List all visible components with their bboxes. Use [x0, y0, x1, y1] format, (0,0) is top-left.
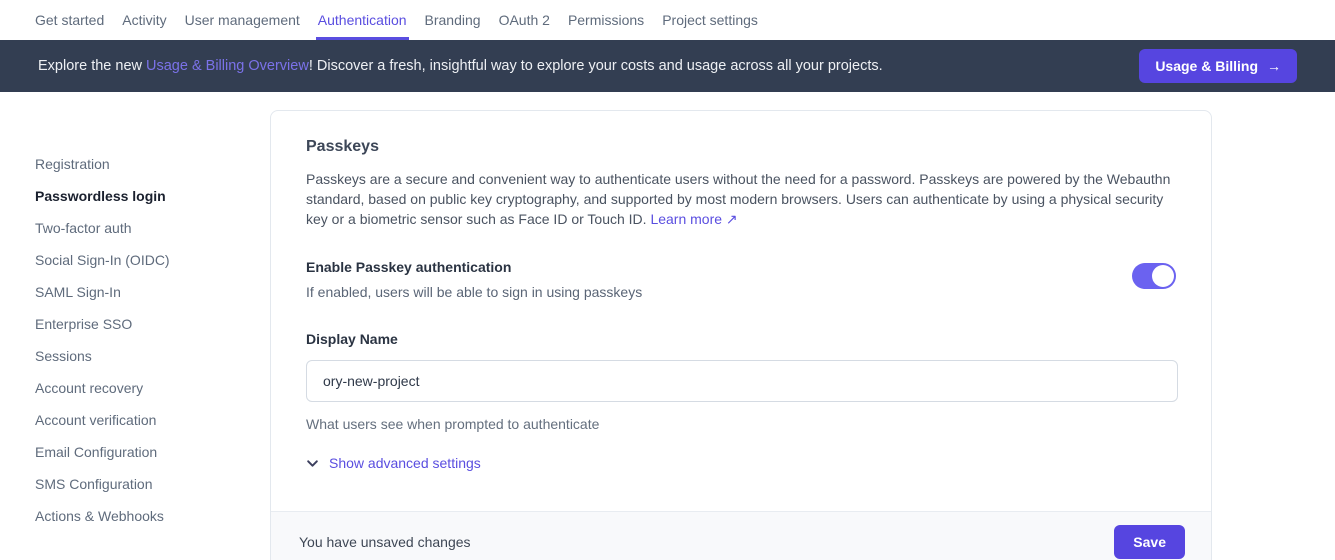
learn-more-link[interactable]: Learn more ↗	[650, 211, 737, 227]
usage-billing-banner: Explore the new Usage & Billing Overview…	[0, 40, 1335, 92]
sidebar-item-sessions[interactable]: Sessions	[35, 340, 270, 372]
sidebar-item-label: Sessions	[35, 348, 92, 364]
nav-tab-permissions[interactable]: Permissions	[568, 0, 644, 40]
sidebar-item-saml-sign-in[interactable]: SAML Sign-In	[35, 276, 270, 308]
chevron-down-icon	[306, 457, 319, 470]
nav-tab-label: Activity	[122, 12, 166, 28]
usage-billing-overview-link[interactable]: Usage & Billing Overview	[146, 58, 309, 74]
sidebar-item-label: Account verification	[35, 412, 156, 428]
sidebar-item-actions-webhooks[interactable]: Actions & Webhooks	[35, 500, 270, 532]
settings-sidebar: Registration Passwordless login Two-fact…	[0, 92, 270, 560]
nav-tab-branding[interactable]: Branding	[425, 0, 481, 40]
enable-passkey-label: Enable Passkey authentication	[306, 259, 642, 275]
sidebar-item-email-configuration[interactable]: Email Configuration	[35, 436, 270, 468]
enable-passkey-description: If enabled, users will be able to sign i…	[306, 284, 642, 300]
display-name-helper: What users see when prompted to authenti…	[306, 416, 1176, 432]
sidebar-item-label: Email Configuration	[35, 444, 157, 460]
sidebar-item-label: Passwordless login	[35, 188, 166, 204]
enable-passkey-row: Enable Passkey authentication If enabled…	[306, 259, 1176, 300]
sidebar-item-label: Social Sign-In (OIDC)	[35, 252, 170, 268]
display-name-label: Display Name	[306, 331, 1176, 347]
sidebar-item-label: SAML Sign-In	[35, 284, 121, 300]
passkeys-description: Passkeys are a secure and convenient way…	[306, 169, 1176, 229]
usage-billing-button[interactable]: Usage & Billing →	[1139, 49, 1297, 83]
page-content: Registration Passwordless login Two-fact…	[0, 92, 1335, 560]
sidebar-item-passwordless-login[interactable]: Passwordless login	[35, 180, 270, 212]
sidebar-item-account-verification[interactable]: Account verification	[35, 404, 270, 436]
sidebar-item-label: Actions & Webhooks	[35, 508, 164, 524]
banner-text-before: Explore the new	[38, 58, 146, 74]
nav-tab-label: Permissions	[568, 12, 644, 28]
nav-tab-activity[interactable]: Activity	[122, 0, 166, 40]
toggle-knob	[1152, 265, 1174, 287]
nav-tab-label: OAuth 2	[499, 12, 550, 28]
nav-tab-label: Project settings	[662, 12, 758, 28]
nav-tab-label: Branding	[425, 12, 481, 28]
sidebar-item-registration[interactable]: Registration	[35, 148, 270, 180]
save-button[interactable]: Save	[1114, 525, 1185, 559]
sidebar-item-account-recovery[interactable]: Account recovery	[35, 372, 270, 404]
arrow-right-icon: →	[1267, 58, 1281, 74]
usage-billing-button-label: Usage & Billing	[1155, 58, 1258, 74]
display-name-field: Display Name What users see when prompte…	[306, 331, 1176, 432]
sidebar-item-two-factor-auth[interactable]: Two-factor auth	[35, 212, 270, 244]
sidebar-item-sms-configuration[interactable]: SMS Configuration	[35, 468, 270, 500]
banner-message: Explore the new Usage & Billing Overview…	[38, 58, 883, 74]
sidebar-item-label: Enterprise SSO	[35, 316, 132, 332]
banner-text-after: ! Discover a fresh, insightful way to ex…	[309, 58, 883, 74]
passkeys-card-body: Passkeys Passkeys are a secure and conve…	[271, 111, 1211, 511]
display-name-input[interactable]	[306, 360, 1178, 402]
nav-tab-oauth-2[interactable]: OAuth 2	[499, 0, 550, 40]
nav-tab-label: Authentication	[318, 12, 407, 28]
external-link-icon: ↗	[726, 211, 738, 227]
show-advanced-settings-label: Show advanced settings	[329, 455, 481, 471]
page-title: Passkeys	[306, 138, 1176, 156]
passkeys-description-text: Passkeys are a secure and convenient way…	[306, 171, 1170, 227]
sidebar-item-enterprise-sso[interactable]: Enterprise SSO	[35, 308, 270, 340]
nav-tab-label: Get started	[35, 12, 104, 28]
sidebar-item-social-sign-in-oidc[interactable]: Social Sign-In (OIDC)	[35, 244, 270, 276]
show-advanced-settings-button[interactable]: Show advanced settings	[306, 455, 481, 471]
unsaved-changes-bar: You have unsaved changes Save	[271, 511, 1211, 560]
sidebar-item-label: Two-factor auth	[35, 220, 132, 236]
top-navigation: Get started Activity User management Aut…	[0, 0, 1335, 40]
unsaved-changes-text: You have unsaved changes	[299, 534, 471, 550]
nav-tab-label: User management	[185, 12, 300, 28]
nav-tab-authentication[interactable]: Authentication	[318, 0, 407, 40]
passkey-toggle[interactable]	[1132, 263, 1176, 289]
nav-tab-user-management[interactable]: User management	[185, 0, 300, 40]
sidebar-item-label: Registration	[35, 156, 110, 172]
nav-tab-project-settings[interactable]: Project settings	[662, 0, 758, 40]
nav-tab-get-started[interactable]: Get started	[35, 0, 104, 40]
sidebar-item-label: SMS Configuration	[35, 476, 153, 492]
enable-passkey-texts: Enable Passkey authentication If enabled…	[306, 259, 642, 300]
sidebar-item-label: Account recovery	[35, 380, 143, 396]
passkeys-card: Passkeys Passkeys are a secure and conve…	[270, 110, 1212, 560]
